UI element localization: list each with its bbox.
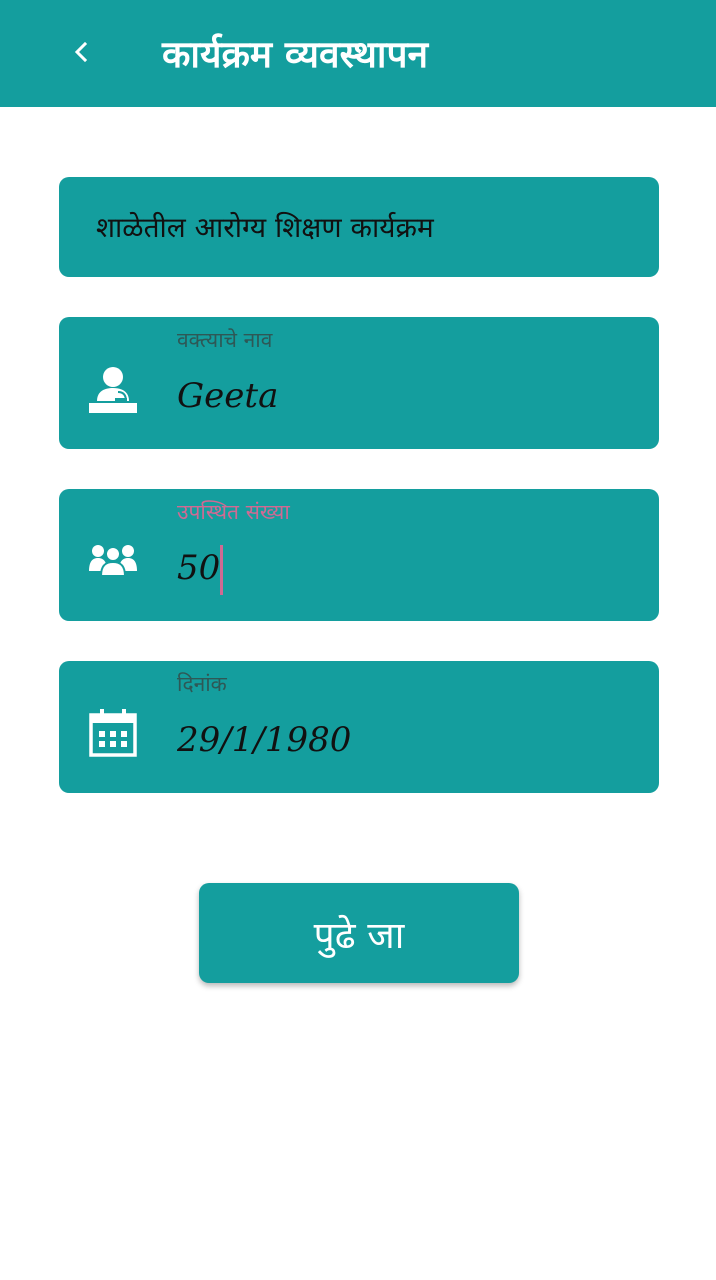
attendance-value: 50 [177,548,221,588]
speaker-label: वक्त्याचे नाव [177,328,273,352]
attendance-label: उपस्थित संख्या [177,500,290,524]
chevron-left-icon [74,41,88,63]
speaker-podium-icon [89,367,137,413]
date-input[interactable]: 29/1/1980 [177,713,637,767]
speaker-field[interactable]: वक्त्याचे नाव Geeta [59,317,659,449]
program-name: शाळेतील आरोग्य शिक्षण कार्यक्रम [96,211,434,244]
back-button[interactable] [58,28,106,76]
group-people-icon [89,545,137,577]
calendar-icon [89,709,137,757]
page-title: कार्यक्रम व्यवस्थापन [162,33,428,76]
date-field[interactable]: दिनांक 29/1/1980 [59,661,659,793]
attendance-field[interactable]: उपस्थित संख्या 50 [59,489,659,621]
speaker-input[interactable]: Geeta [177,369,637,423]
attendance-input[interactable]: 50 [177,541,637,595]
app-root: कार्यक्रम व्यवस्थापन शाळेतील आरोग्य शिक्… [0,0,716,1280]
next-button[interactable]: पुढे जा [199,883,519,983]
app-bar: कार्यक्रम व्यवस्थापन [0,0,716,107]
program-name-card[interactable]: शाळेतील आरोग्य शिक्षण कार्यक्रम [59,177,659,277]
date-label: दिनांक [177,672,227,696]
next-button-label: पुढे जा [313,913,405,957]
text-cursor [220,545,224,595]
